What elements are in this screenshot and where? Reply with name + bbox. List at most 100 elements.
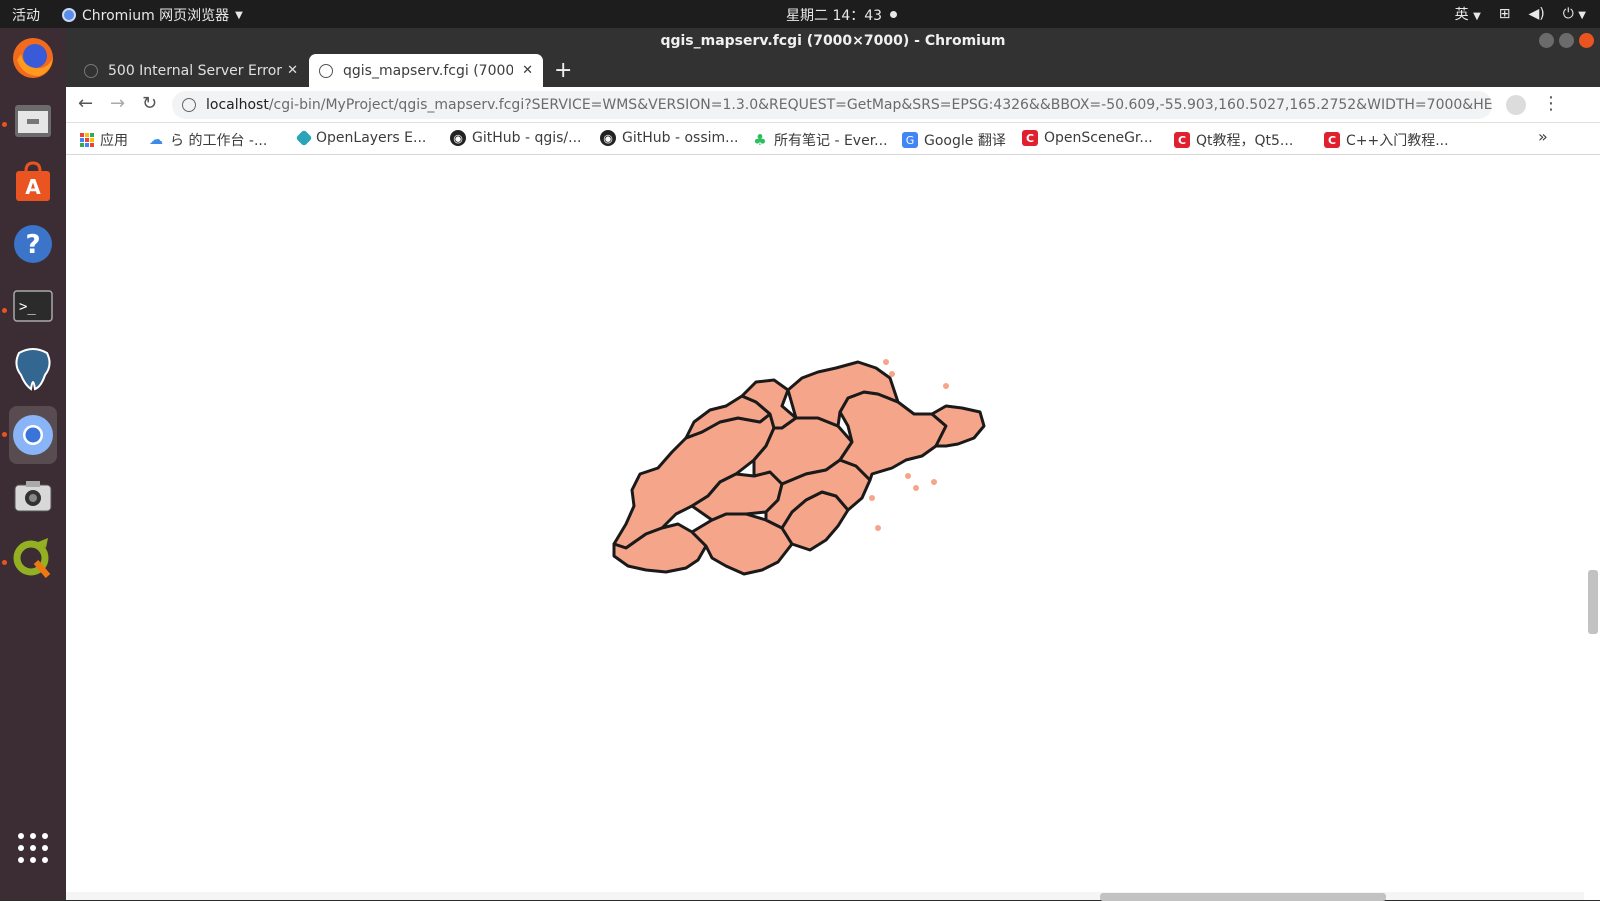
notification-dot-icon xyxy=(889,11,897,18)
bookmarks-bar: 应用 ☁ ら 的工作台 -... OpenLayers E... ◉ GitHu… xyxy=(66,123,1600,155)
minimize-button[interactable] xyxy=(1539,33,1554,48)
map-region-peninsula xyxy=(838,390,948,482)
bookmark-label: GitHub - qgis/... xyxy=(472,130,582,146)
wms-map-image xyxy=(612,359,986,576)
chromium-icon xyxy=(13,415,53,455)
window-titlebar[interactable]: qgis_mapserv.fcgi (7000×7000) - Chromium xyxy=(66,28,1600,54)
bookmark-label: GitHub - ossim... xyxy=(622,130,739,146)
tab-qgis-mapserv[interactable]: qgis_mapserv.fcgi (7000× ✕ xyxy=(309,54,543,87)
url-host: localhost xyxy=(206,97,269,113)
running-indicator xyxy=(2,308,7,313)
globe-icon xyxy=(319,63,333,78)
maximize-button[interactable] xyxy=(1559,33,1574,48)
bookmark-label: 所有笔记 - Ever... xyxy=(774,133,888,149)
screenshot-launcher[interactable] xyxy=(9,472,57,520)
chromium-small-icon xyxy=(62,8,76,22)
window-controls xyxy=(1539,33,1594,48)
csdn-icon: C xyxy=(1022,130,1038,146)
input-method[interactable]: 英 ▼ xyxy=(1455,4,1481,24)
forward-button[interactable]: → xyxy=(110,93,125,114)
pgadmin-icon xyxy=(15,348,51,391)
qgis-launcher[interactable] xyxy=(9,534,57,582)
volume-icon: ◀) xyxy=(1528,6,1545,22)
chevron-down-icon: ▼ xyxy=(1473,11,1481,22)
bookmark-cpp-tutorial[interactable]: C C++入门教程... xyxy=(1324,130,1449,150)
terminal-launcher[interactable]: >_ xyxy=(9,282,57,330)
evernote-icon: ♣ xyxy=(753,131,767,149)
chevron-down-icon: ▼ xyxy=(235,9,243,21)
system-topbar: 活动 Chromium 网页浏览器 ▼ 星期二 14：43 英 ▼ ⊞ ◀) ⏻… xyxy=(0,0,1600,28)
vertical-scrollbar[interactable] xyxy=(1584,156,1600,892)
bookmark-qt-tutorial[interactable]: C Qt教程，Qt5... xyxy=(1174,130,1293,150)
vertical-scroll-thumb[interactable] xyxy=(1588,570,1598,634)
firefox-launcher[interactable] xyxy=(9,34,57,82)
files-launcher[interactable] xyxy=(9,96,57,144)
csdn-icon: C xyxy=(1324,132,1340,148)
openlayers-icon xyxy=(295,129,313,147)
bookmark-openlayers[interactable]: OpenLayers E... xyxy=(295,129,427,147)
dock: A ? >_ xyxy=(0,28,66,900)
running-indicator xyxy=(2,432,7,437)
activities-button[interactable]: 活动 xyxy=(12,5,40,25)
app-menu[interactable]: Chromium 网页浏览器 ▼ xyxy=(62,5,243,25)
tab-label: 500 Internal Server Error xyxy=(108,62,283,79)
show-apps-button[interactable] xyxy=(9,824,57,872)
pgadmin-launcher[interactable] xyxy=(9,344,57,392)
files-icon xyxy=(15,105,51,137)
tab-500-error[interactable]: 500 Internal Server Error ✕ xyxy=(74,54,308,87)
bookmark-google-translate[interactable]: G Google 翻译 xyxy=(902,130,1006,150)
app-grid-icon xyxy=(18,833,48,863)
svg-text:>_: >_ xyxy=(19,299,36,315)
status-area[interactable]: 英 ▼ ⊞ ◀) ⏻ ▼ xyxy=(1455,4,1586,24)
bookmark-workbench[interactable]: ☁ ら 的工作台 -... xyxy=(148,130,267,150)
svg-text:?: ? xyxy=(25,230,40,260)
new-tab-button[interactable]: + xyxy=(554,58,572,83)
bookmark-label: 应用 xyxy=(100,133,128,149)
globe-icon xyxy=(84,63,98,78)
svg-text:A: A xyxy=(25,175,41,199)
back-button[interactable]: ← xyxy=(78,93,93,114)
bookmark-label: OpenLayers E... xyxy=(316,130,427,146)
window-title: qgis_mapserv.fcgi (7000×7000) - Chromium xyxy=(660,33,1006,49)
bookmark-openscenegraph[interactable]: C OpenSceneGr... xyxy=(1022,130,1153,146)
bookmark-github-qgis[interactable]: ◉ GitHub - qgis/... xyxy=(450,130,582,146)
bookmark-label: Qt教程，Qt5... xyxy=(1196,133,1294,149)
address-bar[interactable]: localhost/cgi-bin/MyProject/qgis_mapserv… xyxy=(172,91,1492,119)
close-icon[interactable]: ✕ xyxy=(522,63,533,78)
power-icon: ⏻ ▼ xyxy=(1562,6,1586,22)
menu-icon[interactable]: ⋮ xyxy=(1542,93,1560,114)
tab-strip: 500 Internal Server Error ✕ qgis_mapserv… xyxy=(66,54,1600,87)
cloud-icon: ☁ xyxy=(149,132,163,148)
bookmark-label: OpenSceneGr... xyxy=(1044,130,1153,146)
chromium-launcher[interactable] xyxy=(9,406,57,464)
help-icon: ? xyxy=(14,225,52,263)
reload-button[interactable]: ↻ xyxy=(142,93,157,114)
help-launcher[interactable]: ? xyxy=(9,220,57,268)
running-indicator xyxy=(2,122,7,127)
bookmark-apps[interactable]: 应用 xyxy=(80,130,128,150)
apps-grid-icon xyxy=(80,133,94,147)
browser-toolbar: ← → ↻ localhost/cgi-bin/MyProject/qgis_m… xyxy=(66,87,1600,123)
bookmarks-overflow-button[interactable]: » xyxy=(1538,127,1548,146)
software-center-icon: A xyxy=(16,161,50,201)
clock[interactable]: 星期二 14：43 xyxy=(786,5,897,25)
horizontal-scrollbar[interactable] xyxy=(66,892,1584,901)
url-path: /cgi-bin/MyProject/qgis_mapserv.fcgi?SER… xyxy=(268,97,1492,113)
terminal-icon: >_ xyxy=(13,290,53,322)
github-icon: ◉ xyxy=(600,130,616,146)
software-launcher[interactable]: A xyxy=(9,158,57,206)
tab-label: qgis_mapserv.fcgi (7000× xyxy=(343,62,513,79)
close-icon[interactable]: ✕ xyxy=(287,63,298,78)
bookmark-github-ossim[interactable]: ◉ GitHub - ossim... xyxy=(600,130,739,146)
clock-label: 星期二 14：43 xyxy=(786,8,883,24)
qgis-icon xyxy=(13,538,51,578)
profile-icon[interactable] xyxy=(1506,95,1526,115)
app-menu-label: Chromium 网页浏览器 xyxy=(82,8,230,24)
network-icon: ⊞ xyxy=(1498,6,1511,22)
github-icon: ◉ xyxy=(450,130,466,146)
bookmark-label: C++入门教程... xyxy=(1346,133,1449,149)
firefox-icon xyxy=(13,38,53,78)
running-indicator xyxy=(2,560,7,565)
bookmark-evernote[interactable]: ♣ 所有笔记 - Ever... xyxy=(752,130,888,150)
close-window-button[interactable] xyxy=(1579,33,1594,48)
